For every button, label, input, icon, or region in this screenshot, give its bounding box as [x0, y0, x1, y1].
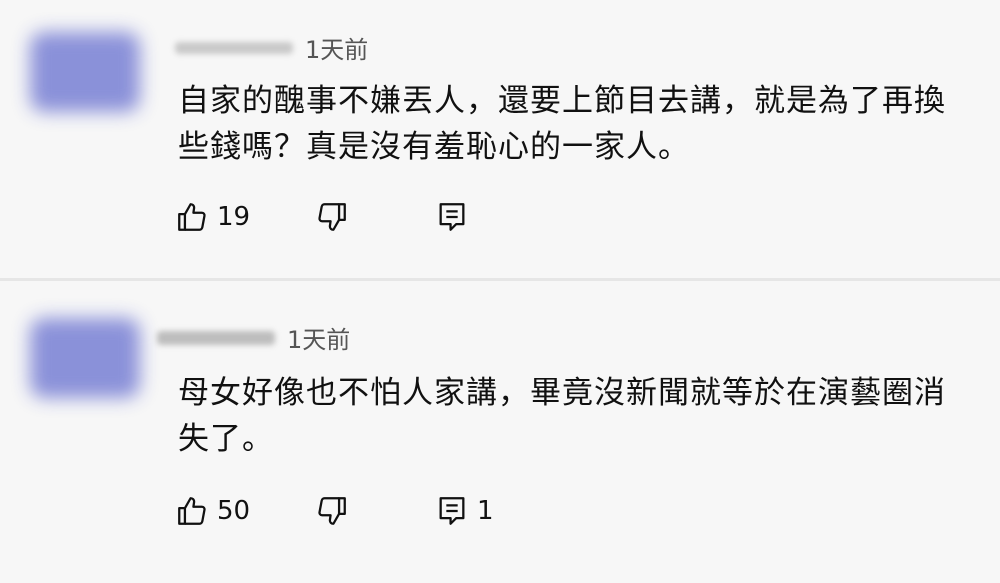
comment-meta: 1天前	[175, 30, 368, 65]
dislike-button[interactable]	[315, 494, 435, 528]
avatar[interactable]	[30, 32, 140, 112]
like-count: 50	[217, 496, 251, 526]
comment-time: 1天前	[287, 326, 351, 354]
thumbs-down-icon	[315, 200, 349, 234]
reply-count: 1	[477, 496, 494, 526]
comment-actions: 50 1	[175, 494, 494, 528]
like-count: 19	[217, 202, 251, 232]
comment-meta: 1天前	[157, 320, 350, 355]
username-blurred[interactable]	[175, 41, 293, 54]
comment-item: 1天前 自家的醜事不嫌丟人，還要上節目去講，就是為了再換些錢嗎？真是沒有羞恥心的…	[0, 0, 1000, 278]
thumbs-down-icon	[315, 494, 349, 528]
username-blurred[interactable]	[157, 330, 275, 345]
dislike-button[interactable]	[315, 200, 435, 234]
like-button[interactable]: 50	[175, 494, 315, 528]
reply-button[interactable]	[435, 200, 477, 234]
thumbs-up-icon	[175, 200, 209, 234]
comment-item: 1天前 母女好像也不怕人家講，畢竟沒新聞就等於在演藝圈消失了。 50 1	[0, 282, 1000, 583]
like-button[interactable]: 19	[175, 200, 315, 234]
comment-divider	[0, 278, 1000, 281]
comment-text: 自家的醜事不嫌丟人，還要上節目去講，就是為了再換些錢嗎？真是沒有羞恥心的一家人。	[178, 83, 946, 165]
reply-comment-icon	[435, 200, 469, 234]
comment-text: 母女好像也不怕人家講，畢竟沒新聞就等於在演藝圈消失了。	[178, 375, 946, 457]
reply-comment-icon	[435, 494, 469, 528]
avatar[interactable]	[30, 318, 140, 398]
reply-button[interactable]: 1	[435, 494, 494, 528]
comment-actions: 19	[175, 200, 477, 234]
thumbs-up-icon	[175, 494, 209, 528]
comment-time: 1天前	[305, 36, 369, 64]
